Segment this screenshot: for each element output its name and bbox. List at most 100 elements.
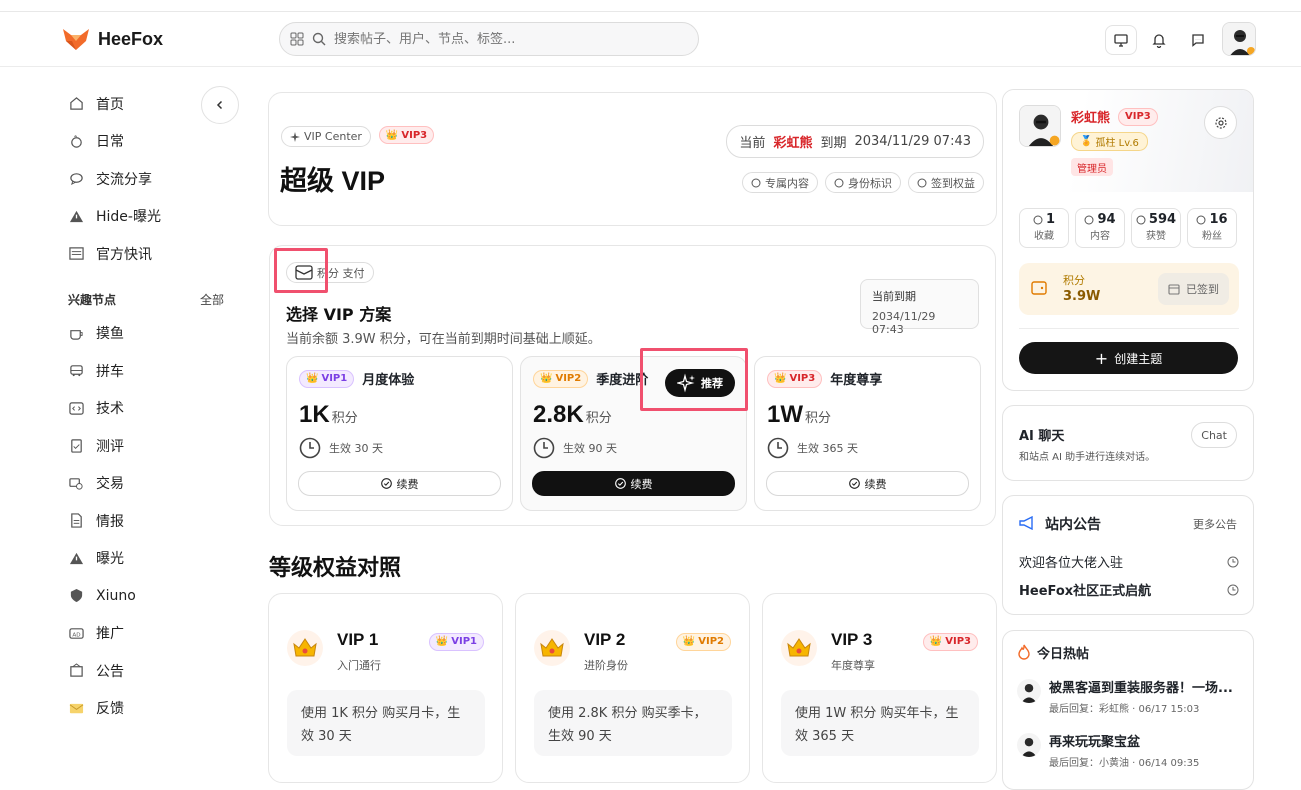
renew-label: 续费 (396, 477, 419, 491)
plan-section-title: 选择 VIP 方案 (286, 305, 392, 324)
sidebar-item-label: 日常 (96, 134, 124, 151)
news-icon (68, 247, 84, 260)
check-circle-icon (848, 478, 860, 489)
profile-vip-label: VIP3 (1125, 111, 1151, 122)
logo[interactable]: HeeFox (62, 27, 163, 51)
renew-button[interactable]: 续费 (298, 471, 501, 496)
plan-option-3[interactable]: 👑 VIP3 年度尊享 1W 积分 生效 365 天续费 (754, 356, 981, 511)
messages-button[interactable] (1183, 25, 1213, 55)
home-icon (69, 97, 83, 110)
profile-name[interactable]: 彩虹熊 (1071, 107, 1110, 126)
stat-label: 获赞 (1146, 231, 1166, 242)
current-vip-status: 当前 彩虹熊 到期 2034/11/29 07:43 (726, 125, 984, 158)
wallet-orange-icon (1031, 281, 1047, 295)
chat-button[interactable]: Chat (1191, 422, 1237, 448)
sparkle-icon (290, 131, 300, 142)
plus-icon: + (1094, 348, 1109, 368)
profile-stat-1[interactable]: 94 内容 (1075, 208, 1125, 248)
sidebar-node-2[interactable]: 技术 (60, 390, 250, 428)
warning-icon (69, 552, 83, 564)
tier-name: VIP 2 (584, 630, 626, 649)
shield-check-icon (751, 178, 761, 187)
sidebar-item-1[interactable]: 日常 (60, 123, 250, 161)
profile-avatar[interactable] (1019, 105, 1061, 147)
plan-badge-label: VIP1 (321, 373, 348, 384)
plan-price-unit: 积分 (331, 410, 358, 425)
avatar-image-icon (1223, 23, 1255, 55)
bell-icon (1152, 33, 1166, 48)
sidebar-node-0[interactable]: 摸鱼 (60, 315, 250, 353)
hot-title: 今日热帖 (1037, 647, 1090, 662)
top-header: HeeFox (0, 12, 1301, 67)
sidebar-node-label: 推广 (96, 626, 124, 643)
medal-icon: 🏅 (1080, 136, 1093, 147)
checkin-button[interactable]: 已签到 (1158, 273, 1229, 305)
stat-label: 内容 (1090, 231, 1110, 242)
user-avatar[interactable] (1222, 22, 1256, 56)
fox-logo-icon (63, 29, 89, 50)
sidebar-node-7[interactable]: Xiuno (60, 577, 250, 615)
plan-duration-label: 生效 30 天 (329, 442, 383, 455)
settings-button[interactable] (1204, 106, 1237, 139)
view-all-nodes-link[interactable]: 全部 (200, 291, 224, 308)
sidebar-node-8[interactable]: AD 推广 (60, 615, 250, 653)
avatar-image-icon (1020, 106, 1060, 146)
vip-center-pill: VIP Center (281, 126, 371, 147)
ad-icon: AD (68, 627, 84, 639)
compare-title: 等级权益对照 (269, 556, 402, 581)
car-icon (69, 365, 83, 377)
search-bar[interactable] (279, 22, 699, 56)
plan-option-1[interactable]: 👑 VIP1 月度体验 1K 积分 生效 30 天续费 (286, 356, 513, 511)
notification-button[interactable] (1144, 25, 1174, 55)
tier-vip-badge: 👑 VIP3 (922, 632, 978, 651)
level-label: 孤柱 Lv.6 (1095, 138, 1139, 149)
sidebar-item-3[interactable]: Hide-曝光 (60, 198, 250, 236)
sidebar-node-5[interactable]: 情报 (60, 502, 250, 540)
vip-tag-label: 身份标识 (848, 176, 892, 190)
create-topic-button[interactable]: + 创建主题 (1019, 342, 1238, 374)
stat-value: 1 (1045, 212, 1056, 227)
monitor-button[interactable] (1105, 25, 1137, 55)
more-notices-link[interactable]: 更多公告 (1193, 516, 1237, 532)
grid-icon[interactable] (290, 32, 304, 46)
sidebar-node-4[interactable]: 交易 (60, 465, 250, 503)
sidebar-item-2[interactable]: 交流分享 (60, 160, 250, 198)
sidebar-node-label: 技术 (96, 401, 124, 418)
renew-label: 续费 (864, 477, 887, 491)
sidebar-node-label: 公告 (96, 663, 124, 680)
plan-card: 积分 支付 选择 VIP 方案 当前余额 3.9W 积分，可在当前到期时间基础上… (269, 245, 996, 526)
crown-icon: 👑 (774, 373, 787, 384)
profile-stat-2[interactable]: 594 获赞 (1131, 208, 1181, 248)
notice-item[interactable]: 欢迎各位大佬入驻 (1019, 552, 1239, 571)
plan-name: 月度体验 (362, 373, 415, 388)
search-icon (312, 32, 326, 46)
notice-item[interactable]: HeeFox社区正式启航 (1019, 580, 1239, 599)
sidebar-node-3[interactable]: 测评 (60, 427, 250, 465)
sidebar-item-label: 交流分享 (96, 171, 152, 188)
sidebar-item-0[interactable]: 首页 (60, 85, 250, 123)
crown-icon: 👑 (682, 636, 696, 647)
vip-badge: 👑 VIP3 (378, 126, 435, 144)
renew-button[interactable]: 续费 (766, 471, 969, 496)
profile-stat-0[interactable]: 1 收藏 (1019, 208, 1069, 248)
sidebar-node-label: 摸鱼 (96, 326, 124, 343)
search-input[interactable] (334, 31, 664, 47)
notice-item-title: 欢迎各位大佬入驻 (1019, 556, 1124, 571)
renew-button[interactable]: 续费 (532, 471, 735, 496)
tier-name: VIP 3 (831, 630, 873, 649)
profile-stat-3[interactable]: 16 粉丝 (1187, 208, 1237, 248)
heart-icon (1136, 215, 1146, 224)
sidebar-node-9[interactable]: 公告 (60, 652, 250, 690)
sidebar-item-news[interactable]: 官方快讯 (60, 235, 250, 273)
sidebar-node-10[interactable]: 反馈 (60, 690, 250, 728)
vip-tag-0: 专属内容 (742, 172, 818, 193)
star-icon (1033, 215, 1043, 224)
sidebar-node-1[interactable]: 拼车 (60, 352, 250, 390)
node-section-header: 兴趣节点 全部 (60, 285, 250, 315)
sidebar-node-label: 测评 (96, 438, 124, 455)
plan-duration: 生效 365 天 (767, 437, 858, 459)
current-expiry-box: 当前到期 2034/11/29 07:43 (860, 279, 979, 336)
hot-post-title: 再来玩玩聚宝盆 (1049, 735, 1141, 750)
sidebar-node-6[interactable]: 曝光 (60, 540, 250, 578)
tier-crown-icon (781, 630, 817, 666)
